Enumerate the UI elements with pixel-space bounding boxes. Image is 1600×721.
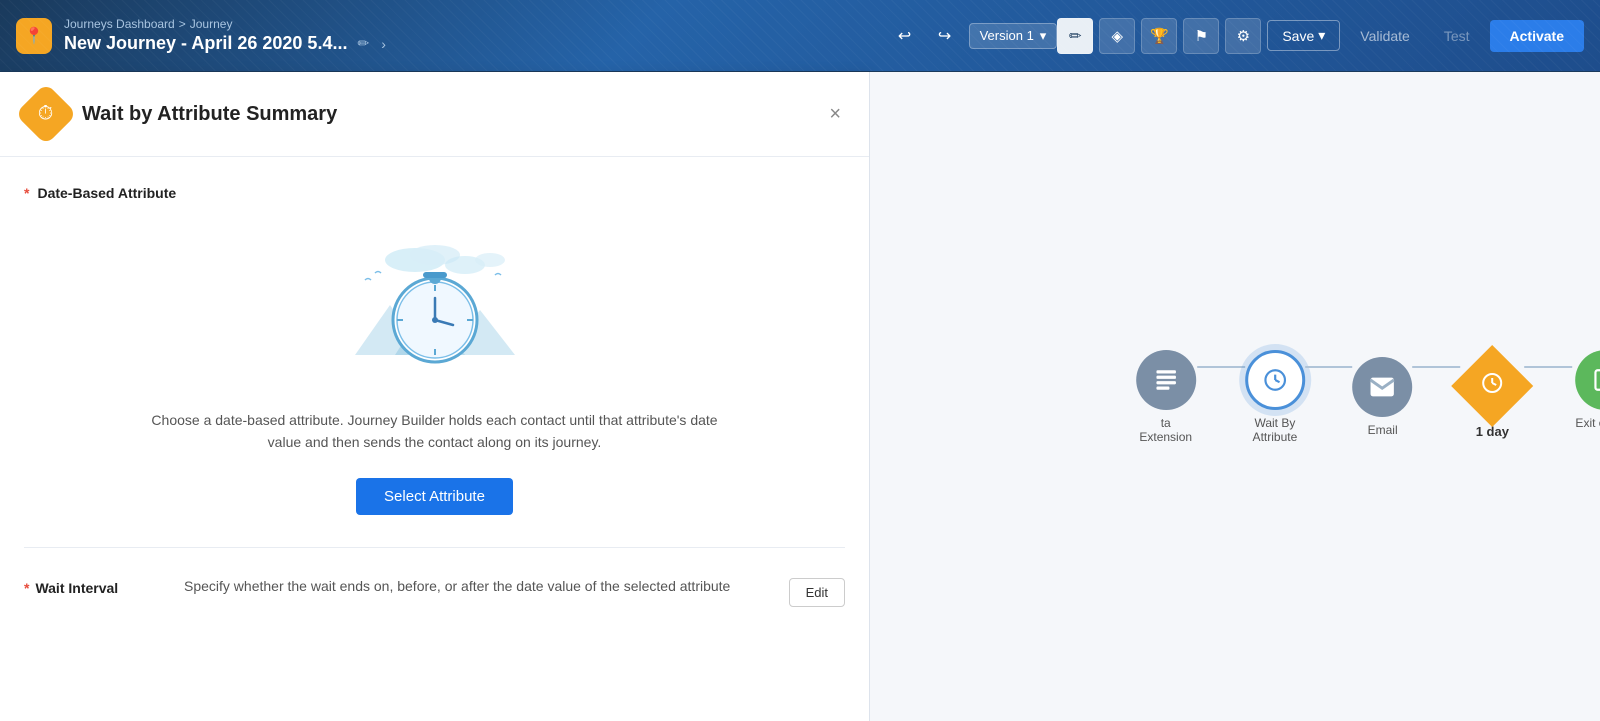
breadcrumb-area: Journeys Dashboard > Journey New Journey… <box>64 17 388 54</box>
exit-circle <box>1575 350 1600 410</box>
version-dropdown-icon: ▾ <box>1040 28 1047 44</box>
save-button[interactable]: Save ▾ <box>1267 20 1340 51</box>
required-star-2: * <box>24 580 29 596</box>
header-right-toolbar: ✏ ◈ 🏆 ⚑ ⚙ Save ▾ Validate Test Activate <box>1057 18 1584 54</box>
modal-body: * Date-Based Attribute <box>0 157 869 721</box>
flag-tool-button[interactable]: ⚑ <box>1183 18 1219 54</box>
trophy-tool-button[interactable]: 🏆 <box>1141 18 1177 54</box>
breadcrumb-current: Journey <box>190 17 233 31</box>
wait-interval-text: Wait Interval <box>35 580 118 596</box>
wait-by-attribute-node[interactable]: Wait ByAttribute <box>1245 350 1305 444</box>
modal-header-icon: ⏱ <box>15 83 77 145</box>
date-based-section-label: * Date-Based Attribute <box>24 185 845 201</box>
modal-title: Wait by Attribute Summary <box>82 103 811 126</box>
breadcrumb-parent-link[interactable]: Journeys Dashboard <box>64 17 175 31</box>
app-header: 📍 Journeys Dashboard > Journey New Journ… <box>0 0 1600 72</box>
version-label: Version 1 <box>980 28 1034 43</box>
exit-node[interactable]: Exit on day 1 <box>1572 350 1600 444</box>
required-star-1: * <box>24 185 29 201</box>
clock-diamond-icon <box>1480 371 1504 401</box>
canvas-area: ta Extension Wait ByAttribute Email <box>870 72 1600 721</box>
illustration-area <box>24 225 845 385</box>
navigate-forward-button[interactable]: › <box>379 34 388 54</box>
connector-4 <box>1524 366 1572 368</box>
wait-interval-description: Specify whether the wait ends on, before… <box>184 576 769 597</box>
clock-icon: ⏱ <box>38 102 54 125</box>
save-label: Save <box>1282 28 1314 44</box>
undo-button[interactable]: ↩ <box>889 20 921 52</box>
pencil-tool-button[interactable]: ✏ <box>1057 18 1093 54</box>
wait-by-attribute-label: Wait ByAttribute <box>1253 416 1298 444</box>
app-logo-icon: 📍 <box>16 18 52 54</box>
one-day-diamond <box>1451 345 1533 427</box>
data-extension-node[interactable]: ta Extension <box>1134 350 1197 444</box>
exit-node-label: Exit on day 1 <box>1572 416 1600 444</box>
validate-button[interactable]: Validate <box>1346 22 1424 50</box>
connector-3 <box>1413 366 1461 368</box>
wait-interval-section: * Wait Interval Specify whether the wait… <box>24 576 845 607</box>
breadcrumb-separator: > <box>179 17 186 31</box>
edit-title-button[interactable]: ✏ <box>355 33 371 54</box>
bookmark-tool-button[interactable]: ◈ <box>1099 18 1135 54</box>
description-text: Choose a date-based attribute. Journey B… <box>135 409 735 454</box>
gear-tool-button[interactable]: ⚙ <box>1225 18 1261 54</box>
journey-title-text: New Journey - April 26 2020 5.4... <box>64 33 347 54</box>
clock-illustration <box>335 225 535 385</box>
version-selector[interactable]: Version 1 ▾ <box>969 23 1058 49</box>
activate-button[interactable]: Activate <box>1490 20 1584 52</box>
one-day-diamond-wrapper <box>1460 354 1524 418</box>
one-day-node[interactable]: 1 day <box>1460 354 1524 439</box>
header-center-toolbar: ↩ ↪ Version 1 ▾ <box>889 20 1058 52</box>
journey-flow: ta Extension Wait ByAttribute Email <box>1134 350 1600 444</box>
wait-interval-edit-button[interactable]: Edit <box>789 578 845 607</box>
connector-1 <box>1197 366 1245 368</box>
test-button[interactable]: Test <box>1430 22 1484 50</box>
journey-title-row: New Journey - April 26 2020 5.4... ✏ › <box>64 33 388 54</box>
email-node[interactable]: Email <box>1353 357 1413 437</box>
wait-by-attribute-circle <box>1245 350 1305 410</box>
redo-button[interactable]: ↪ <box>929 20 961 52</box>
email-label: Email <box>1368 423 1398 437</box>
data-extension-circle <box>1136 350 1196 410</box>
data-extension-label: ta Extension <box>1134 416 1197 444</box>
header-left: 📍 Journeys Dashboard > Journey New Journ… <box>16 17 889 54</box>
connector-2 <box>1305 366 1353 368</box>
date-based-label: Date-Based Attribute <box>37 185 176 201</box>
modal-header: ⏱ Wait by Attribute Summary × <box>0 72 869 157</box>
select-attribute-button[interactable]: Select Attribute <box>356 478 513 515</box>
save-dropdown-icon: ▾ <box>1318 27 1325 44</box>
email-circle <box>1353 357 1413 417</box>
modal-close-button[interactable]: × <box>825 100 845 128</box>
main-content: ⏱ Wait by Attribute Summary × * Date-Bas… <box>0 72 1600 721</box>
breadcrumb: Journeys Dashboard > Journey <box>64 17 388 31</box>
wait-interval-label: * Wait Interval <box>24 576 164 596</box>
section-divider <box>24 547 845 548</box>
wait-by-attribute-panel: ⏱ Wait by Attribute Summary × * Date-Bas… <box>0 72 870 721</box>
